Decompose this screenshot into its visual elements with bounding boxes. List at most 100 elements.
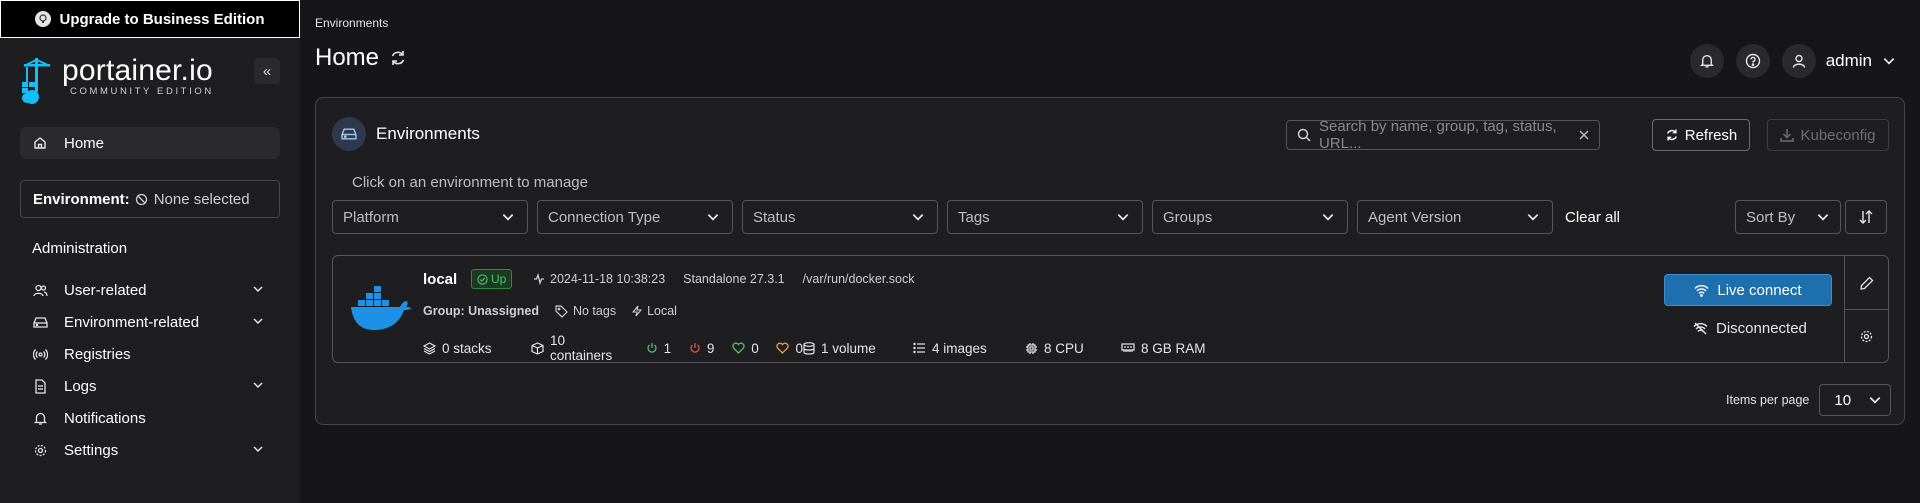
gear-icon	[1859, 329, 1874, 344]
filter-bar: Platform Connection Type Status Tags Gro…	[332, 200, 1553, 234]
sidebar-item-logs[interactable]: Logs	[20, 370, 280, 402]
filter-tags[interactable]: Tags	[947, 200, 1143, 234]
file-icon	[32, 378, 48, 394]
chevron-down-icon	[1882, 54, 1896, 68]
environments-panel: Environments Search by name, group, tag,…	[315, 97, 1905, 425]
chevron-down-icon	[706, 210, 720, 224]
volumes-stat: 1 volume	[803, 341, 913, 356]
refresh-button[interactable]: Refresh	[1652, 119, 1750, 151]
filter-groups[interactable]: Groups	[1152, 200, 1348, 234]
radio-icon	[32, 346, 48, 362]
bell-icon	[1699, 53, 1715, 69]
kubeconfig-button[interactable]: Kubeconfig	[1767, 119, 1889, 151]
wifi-off-icon	[1693, 322, 1708, 335]
sidebar-item-environment-related[interactable]: Environment-related	[20, 306, 280, 338]
sidebar-item-home[interactable]: Home	[20, 127, 280, 159]
avatar	[1781, 44, 1816, 78]
items-per-page-select[interactable]: 10	[1819, 384, 1892, 416]
live-connect-label: Live connect	[1717, 281, 1802, 299]
sidebar-item-label: Notifications	[64, 409, 146, 427]
filter-label: Connection Type	[548, 208, 661, 226]
sidebar-item-registries[interactable]: Registries	[20, 338, 280, 370]
filter-agent-version[interactable]: Agent Version	[1357, 200, 1553, 234]
sidebar-item-user-related[interactable]: User-related	[20, 274, 280, 306]
live-connect-button[interactable]: Live connect	[1664, 274, 1832, 306]
header-actions: admin	[1689, 44, 1896, 78]
stopped-count: 9	[706, 340, 715, 356]
filter-connection-type[interactable]: Connection Type	[537, 200, 733, 234]
items-per-page-label: Items per page	[1726, 393, 1810, 407]
sidebar: Upgrade to Business Edition portainer.io…	[0, 0, 300, 503]
stacks-text: 0 stacks	[442, 340, 492, 356]
page-title-text: Home	[315, 44, 380, 71]
power-running-icon	[646, 342, 658, 354]
help-circle-icon	[1745, 53, 1761, 69]
upgrade-label: Upgrade to Business Edition	[59, 10, 265, 28]
upgrade-button[interactable]: Upgrade to Business Edition	[0, 0, 300, 38]
stacks-stat: 0 stacks	[423, 341, 531, 356]
chevron-down-icon	[252, 443, 264, 455]
sidebar-item-notifications[interactable]: Notifications	[20, 402, 280, 434]
logo-subtitle: COMMUNITY EDITION	[70, 86, 214, 97]
socket-path: /var/run/docker.sock	[802, 272, 915, 286]
chevron-down-icon	[252, 283, 264, 295]
env-type-text: Local	[647, 304, 677, 318]
environment-actions	[1844, 256, 1888, 362]
chevron-down-icon	[501, 210, 515, 224]
sort-by-select[interactable]: Sort By	[1735, 200, 1841, 234]
environment-label: Environment:	[33, 190, 130, 208]
clear-all-button[interactable]: Clear all	[1565, 209, 1620, 226]
home-icon	[32, 135, 48, 151]
filter-platform[interactable]: Platform	[332, 200, 528, 234]
power-stopped-icon	[689, 342, 701, 354]
environment-meta: 2024-11-18 10:38:23 Standalone 27.3.1 /v…	[533, 272, 915, 286]
pencil-icon	[1859, 276, 1874, 290]
administration-heading: Administration	[32, 240, 128, 257]
pagination: Items per page 10	[1726, 384, 1892, 416]
search-input[interactable]: Search by name, group, tag, status, URL.…	[1286, 118, 1600, 152]
user-menu[interactable]: admin	[1781, 44, 1896, 78]
user-icon	[1791, 53, 1807, 69]
environment-settings-button[interactable]	[1845, 309, 1888, 362]
connection-state: Disconnected	[1693, 320, 1807, 337]
sidebar-item-label: User-related	[64, 281, 147, 299]
chevron-down-icon	[1321, 210, 1335, 224]
filter-label: Platform	[343, 208, 399, 226]
gear-icon	[32, 442, 48, 458]
download-icon	[1780, 128, 1795, 142]
logo-text: portainer.io	[62, 54, 213, 87]
tag-icon	[555, 304, 568, 318]
bell-icon	[32, 410, 48, 426]
filter-label: Agent Version	[1368, 208, 1462, 226]
refresh-page-icon[interactable]	[389, 49, 407, 67]
portainer-logo[interactable]: portainer.io COMMUNITY EDITION	[20, 56, 280, 108]
sort-arrows-icon	[1858, 209, 1874, 225]
chevron-down-icon	[1116, 210, 1130, 224]
chevron-down-icon	[252, 379, 264, 391]
sort-direction-button[interactable]	[1845, 200, 1887, 234]
sidebar-item-settings[interactable]: Settings	[20, 434, 280, 466]
heartbeat: 2024-11-18 10:38:23	[533, 272, 665, 286]
status-badge: Up	[471, 269, 513, 289]
cpu-icon	[1025, 342, 1038, 355]
filter-status[interactable]: Status	[742, 200, 938, 234]
help-button[interactable]	[1735, 44, 1770, 78]
page-title: Home	[315, 44, 407, 72]
environment-item-local[interactable]: local Up 2024-11-18 10:38:23 Standalone …	[332, 255, 1889, 363]
environment-stats: 0 stacks 10 containers 1 9 0 0 1 volume …	[423, 333, 1206, 363]
volumes-text: 1 volume	[821, 340, 876, 356]
clear-search-icon[interactable]	[1579, 130, 1589, 140]
chevrons-left-icon: «	[262, 62, 272, 80]
hdd-icon	[32, 314, 48, 330]
refresh-icon	[1665, 128, 1679, 142]
box-icon	[531, 341, 544, 355]
heart-healthy-icon	[732, 342, 745, 354]
notifications-button[interactable]	[1689, 44, 1724, 78]
collapse-sidebar-button[interactable]: «	[254, 58, 280, 84]
edit-environment-button[interactable]	[1845, 256, 1888, 309]
check-circle-icon	[477, 273, 488, 285]
environment-selector[interactable]: Environment: None selected	[20, 180, 280, 218]
engine-version: Standalone 27.3.1	[683, 272, 785, 286]
images-stat: 4 images	[913, 341, 1025, 356]
wifi-icon	[1694, 284, 1709, 297]
